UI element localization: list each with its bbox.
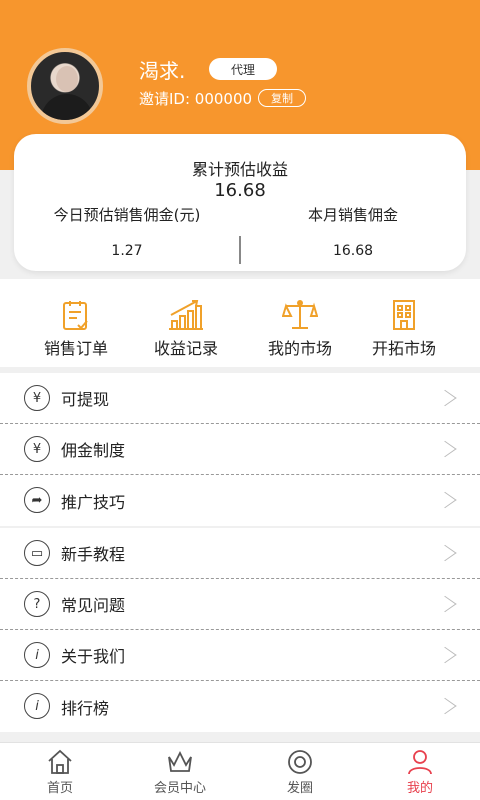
info-icon: i	[24, 693, 50, 719]
crown-icon	[168, 750, 192, 772]
tab-label: 发圈	[286, 781, 313, 796]
yuan-withdraw-icon: ¥	[24, 385, 50, 411]
earnings-card: 累计预估收益 16.68 今日预估销售佣金(元) 1.27 本月销售佣金 16.…	[14, 134, 466, 271]
tab-label: 我的	[406, 781, 433, 796]
avatar[interactable]	[27, 48, 103, 124]
quick-label: 收益记录	[153, 339, 218, 358]
chevron-right-icon	[433, 544, 457, 562]
month-commission-value: 16.68	[332, 243, 374, 259]
tab-home[interactable]: 首页	[0, 743, 120, 800]
quick-label: 销售订单	[43, 339, 108, 358]
menu-item-about-us[interactable]: i 关于我们	[0, 630, 480, 681]
menu-item-promo-tips[interactable]: ➦ 推广技巧	[0, 475, 480, 526]
invite-id: 邀请ID: 000000	[139, 90, 253, 108]
circle-icon	[288, 750, 312, 774]
today-commission-value: 1.27	[111, 243, 143, 259]
menu-item-faq[interactable]: ? 常见问题	[0, 579, 480, 630]
quick-expand-market[interactable]: 开拓市场	[344, 279, 464, 367]
role-badge: 代理	[209, 58, 277, 80]
chevron-right-icon	[433, 389, 457, 407]
tab-label: 首页	[46, 781, 73, 796]
menu-label: 推广技巧	[61, 492, 126, 512]
building-icon	[393, 300, 415, 330]
chevron-right-icon	[433, 595, 457, 613]
quick-sales-orders[interactable]: 销售订单	[16, 279, 136, 367]
menu-item-leaderboard[interactable]: i 排行榜	[0, 681, 480, 732]
menu-label: 常见问题	[61, 596, 126, 615]
info-icon: i	[24, 642, 50, 668]
quick-label: 开拓市场	[371, 339, 436, 358]
user-icon	[408, 750, 432, 775]
chevron-right-icon	[433, 491, 457, 509]
question-icon: ?	[24, 591, 50, 617]
chevron-right-icon	[433, 440, 457, 458]
tab-moments[interactable]: 发圈	[240, 743, 360, 800]
username: 渴求.	[139, 59, 186, 83]
month-commission[interactable]: 本月销售佣金 16.68	[240, 204, 466, 259]
earnings-total: 16.68	[214, 180, 266, 201]
earnings-title: 累计预估收益	[191, 160, 288, 179]
today-commission-label: 今日预估销售佣金(元)	[53, 206, 201, 224]
menu-item-withdrawable[interactable]: ¥ 可提现	[0, 373, 480, 424]
menu-group-help: ▭ 新手教程 ? 常见问题 i 关于我们 i 排行榜	[0, 528, 480, 732]
copy-button[interactable]: 复制	[258, 89, 306, 107]
menu-label: 可提现	[61, 390, 110, 409]
menu-item-commission-policy[interactable]: ¥ 佣金制度	[0, 424, 480, 475]
monitor-icon: ▭	[24, 540, 50, 566]
tab-label: 会员中心	[153, 781, 206, 796]
quick-earnings-records[interactable]: 收益记录	[126, 279, 246, 367]
menu-label: 排行榜	[61, 698, 110, 718]
menu-label: 佣金制度	[61, 441, 126, 460]
menu-label: 新手教程	[61, 545, 126, 564]
quick-actions: 销售订单 收益记录 我的市场 开拓市场	[0, 279, 480, 367]
tab-mine[interactable]: 我的	[360, 743, 480, 800]
menu-group-finance: ¥ 可提现 ¥ 佣金制度 ➦ 推广技巧	[0, 373, 480, 526]
menu-item-tutorial[interactable]: ▭ 新手教程	[0, 528, 480, 579]
today-commission[interactable]: 今日预估销售佣金(元) 1.27	[14, 204, 240, 259]
share-icon: ➦	[24, 487, 50, 513]
month-commission-label: 本月销售佣金	[307, 206, 398, 224]
bar-chart-icon	[169, 300, 203, 330]
quick-my-market[interactable]: 我的市场	[240, 279, 360, 367]
chevron-right-icon	[433, 697, 457, 715]
scale-icon	[282, 300, 318, 329]
quick-label: 我的市场	[267, 339, 332, 358]
menu-label: 关于我们	[61, 647, 126, 666]
yuan-icon: ¥	[24, 436, 50, 462]
tab-member-center[interactable]: 会员中心	[120, 743, 240, 800]
order-list-icon	[63, 301, 88, 330]
home-icon	[48, 749, 72, 774]
chevron-right-icon	[433, 646, 457, 664]
bottom-tab-bar: 首页 会员中心 发圈 我的	[0, 742, 480, 800]
